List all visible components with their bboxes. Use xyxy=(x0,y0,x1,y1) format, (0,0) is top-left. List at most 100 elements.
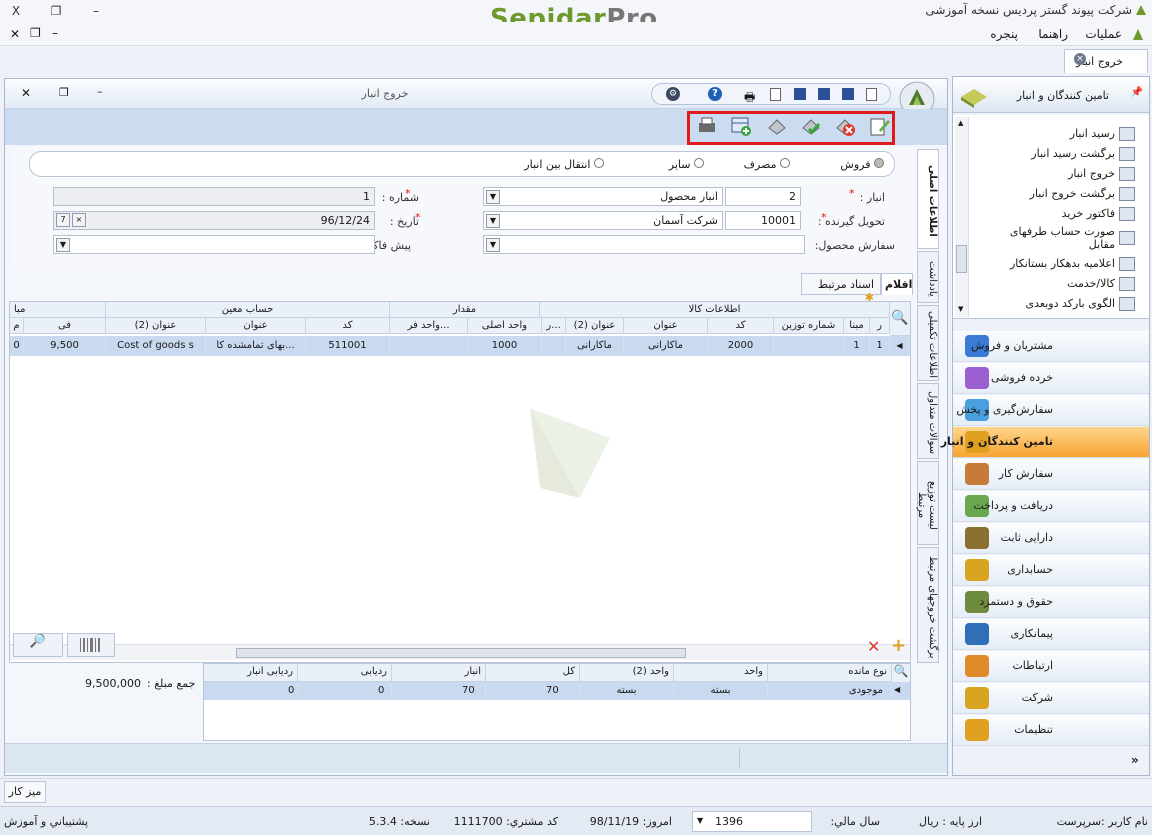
save-icon[interactable] xyxy=(842,88,854,100)
warehouse-code-input[interactable]: 2 xyxy=(725,187,801,206)
column-header[interactable]: ردیابی انبار xyxy=(204,664,298,682)
nav-suppliers-warehouse[interactable]: تامین کنندگان و انبار xyxy=(941,427,1149,458)
tab-items[interactable]: اقلام xyxy=(881,273,913,295)
vtab-distribution-list[interactable]: لیست توزیع مرتبط xyxy=(916,461,939,545)
column-header[interactable]: واحد (2) xyxy=(580,664,674,682)
tab-related-docs[interactable]: اسناد مرتبط ✱ xyxy=(801,273,881,304)
radio-other[interactable]: سایر xyxy=(669,158,704,171)
receiver-code-input[interactable]: 10001 xyxy=(725,211,801,230)
child-restore-icon[interactable]: ❐ xyxy=(59,86,69,99)
nav-fixed-assets[interactable]: دارایی ثابت xyxy=(953,523,1149,554)
minimize-child-button[interactable]: – xyxy=(52,26,58,40)
table-row[interactable]: ◀ موجودی بسته بسته 70 70 0 0 xyxy=(204,682,910,700)
nav-accounting[interactable]: حسابداری xyxy=(953,555,1149,586)
column-header[interactable]: کد xyxy=(306,318,390,334)
scroll-up-icon[interactable]: ▲ xyxy=(958,119,963,127)
menu-window[interactable]: پنجره xyxy=(990,27,1018,41)
vertical-scrollbar[interactable]: ▲ ▼ xyxy=(955,117,969,317)
chevron-down-icon[interactable]: ▼ xyxy=(486,238,500,252)
magnifier-add-icon[interactable]: 🔎 xyxy=(13,633,63,657)
column-header[interactable]: شماره توزین xyxy=(774,318,844,334)
vtab-faq[interactable]: سوالات متداول xyxy=(917,383,939,459)
cell[interactable]: بهای تمامشده کا... xyxy=(206,336,306,356)
desktop-button[interactable]: میز کار xyxy=(4,781,46,803)
vtab-related-returns[interactable]: برگشت خروجهای مرتبط xyxy=(917,547,939,663)
scroll-thumb[interactable] xyxy=(236,648,686,658)
radio-sale[interactable]: فروش xyxy=(840,158,884,171)
column-header[interactable]: انبار xyxy=(392,664,486,682)
column-header[interactable]: واحد فر... xyxy=(390,318,468,334)
receiver-name-combo[interactable]: شرکت آسمان ▼ xyxy=(483,211,723,230)
nav-contracting[interactable]: پیمانکاری xyxy=(953,619,1149,650)
tree-item-purchase-invoice[interactable]: فاکتور خرید xyxy=(1062,207,1115,220)
horizontal-scrollbar[interactable] xyxy=(10,644,910,660)
cell[interactable]: 1 xyxy=(870,336,890,356)
column-header[interactable]: م xyxy=(10,318,24,334)
column-header[interactable]: عنوان (2) xyxy=(566,318,624,334)
tree-item-2d-barcode[interactable]: الگوی بارکد دوبعدی xyxy=(1026,297,1115,310)
cell[interactable]: 9,500 xyxy=(24,336,106,356)
cell[interactable]: 70 xyxy=(392,682,486,700)
nav-communications[interactable]: ارتباطات xyxy=(953,651,1149,682)
restore-app-button[interactable]: ❐ xyxy=(46,2,66,20)
column-header[interactable]: کل xyxy=(486,664,580,682)
cell[interactable]: 0 xyxy=(298,682,392,700)
column-header[interactable]: عنوان (2) xyxy=(106,318,206,334)
pin-icon[interactable]: 📌 xyxy=(1131,87,1143,98)
cell[interactable]: 1 xyxy=(844,336,870,356)
chevron-down-icon[interactable]: ▼ xyxy=(486,214,500,228)
cell[interactable]: ماکارانی xyxy=(566,336,624,356)
tree-item-receipt[interactable]: رسید انبار xyxy=(1070,127,1115,140)
cell[interactable]: Cost of goods s xyxy=(106,336,206,356)
add-row-icon[interactable]: + xyxy=(891,635,906,656)
tools-icon[interactable]: ⚙ xyxy=(666,87,680,101)
tree-item-debit-credit-note[interactable]: اعلامیه بدهکار بستانکار xyxy=(1010,257,1115,270)
menu-operations[interactable]: عملیات xyxy=(1085,27,1122,41)
column-header[interactable]: کد xyxy=(708,318,774,334)
tab-close-icon[interactable]: × xyxy=(1074,53,1086,65)
nav-payroll[interactable]: حقوق و دستمزد xyxy=(953,587,1149,618)
column-header[interactable]: فی xyxy=(24,318,106,334)
tree-item-goods-service[interactable]: کالا/خدمت xyxy=(1067,277,1115,290)
column-header[interactable]: واحد xyxy=(674,664,768,682)
column-header[interactable]: نوع مانده xyxy=(768,664,892,682)
restore-child-button[interactable]: ❐ xyxy=(30,26,41,40)
scroll-down-icon[interactable]: ▼ xyxy=(958,305,963,313)
nav-work-order[interactable]: سفارش کار xyxy=(953,459,1149,490)
help-icon[interactable]: ? xyxy=(708,87,722,101)
cell[interactable]: بسته xyxy=(580,682,674,700)
search-icon[interactable]: 🔍 xyxy=(892,664,910,682)
tree-item-exit[interactable]: خروج انبار xyxy=(1068,167,1115,180)
vtab-extra-info[interactable]: اطلاعات تکمیلی xyxy=(917,305,939,381)
minimize-app-button[interactable]: – xyxy=(86,2,106,20)
cell[interactable]: ماکارانی xyxy=(624,336,708,356)
nav-customers-sales[interactable]: مشتریان و فروش xyxy=(953,331,1149,362)
tree-item-receipt-return[interactable]: برگشت رسید انبار xyxy=(1031,147,1115,160)
cell[interactable]: 511001 xyxy=(306,336,390,356)
cell[interactable]: 0 xyxy=(204,682,298,700)
child-minimize-icon[interactable]: – xyxy=(97,85,103,98)
barcode-icon[interactable] xyxy=(67,633,115,657)
nav-company[interactable]: شرکت xyxy=(953,683,1149,714)
vtab-notes[interactable]: یادداشت xyxy=(917,251,939,303)
column-header[interactable]: واحد اصلی xyxy=(468,318,542,334)
cell[interactable]: 2000 xyxy=(708,336,774,356)
save-new-icon[interactable] xyxy=(818,88,830,100)
tree-item-exit-return[interactable]: برگشت خروج انبار xyxy=(1030,187,1115,200)
tree-item-counterparty-statement[interactable]: صورت حساب طرفهای مقابل xyxy=(985,225,1115,251)
cell[interactable]: بسته xyxy=(674,682,768,700)
nav-ordering-distribution[interactable]: سفارش‌گیری و پخش xyxy=(953,395,1149,426)
cell[interactable]: 1000 xyxy=(468,336,542,356)
vtab-main-info[interactable]: اطلاعات اصلی xyxy=(917,149,939,249)
support-link[interactable]: پشتيباني و آموزش xyxy=(4,815,88,828)
order-combo[interactable]: ▼ xyxy=(483,235,805,254)
column-header[interactable]: عنوان xyxy=(624,318,708,334)
cell[interactable]: 0 xyxy=(10,336,24,356)
radio-consume[interactable]: مصرف xyxy=(744,158,790,171)
copy-icon[interactable] xyxy=(770,88,781,101)
menu-help[interactable]: راهنما xyxy=(1038,27,1068,41)
save-close-icon[interactable] xyxy=(794,88,806,100)
chevron-down-icon[interactable]: ▼ xyxy=(486,190,500,204)
cell[interactable] xyxy=(774,336,844,356)
cell[interactable]: موجودی xyxy=(768,682,892,700)
